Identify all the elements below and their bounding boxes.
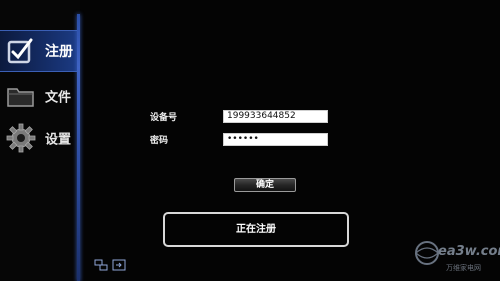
input-source-icon[interactable] [112, 259, 126, 271]
watermark-subtext: 万维家电网 [446, 264, 481, 272]
password-input[interactable]: •••••• [223, 133, 328, 146]
device-number-label: 设备号 [150, 113, 178, 123]
confirm-button[interactable]: 确定 [234, 178, 296, 192]
sidebar-item-files[interactable]: 文件 [0, 76, 78, 116]
sidebar-divider [77, 14, 80, 281]
device-number-input[interactable]: 199933644852 [223, 110, 328, 123]
sidebar-item-label: 设置 [45, 132, 72, 148]
sidebar: 注册 文件 设置 [0, 0, 80, 281]
sidebar-item-label: 注册 [45, 44, 73, 60]
sidebar-item-label: 文件 [45, 90, 72, 106]
checkbox-pen-icon [7, 38, 33, 64]
status-message: 正在注册 [163, 212, 349, 247]
password-label: 密码 [150, 136, 169, 146]
input-switch-icon[interactable] [94, 259, 108, 271]
sidebar-item-settings[interactable]: 设置 [0, 118, 78, 158]
gear-icon [6, 123, 36, 153]
sidebar-item-register[interactable]: 注册 [0, 30, 78, 72]
registration-screen: 注册 文件 设置 设备号 199933644852 密码 •••••• 确定 正… [0, 0, 500, 281]
watermark-text: ea3w.com [438, 244, 500, 259]
folder-icon [7, 88, 34, 107]
watermark-logo: ea3w.com 万维家电网 [410, 236, 500, 281]
